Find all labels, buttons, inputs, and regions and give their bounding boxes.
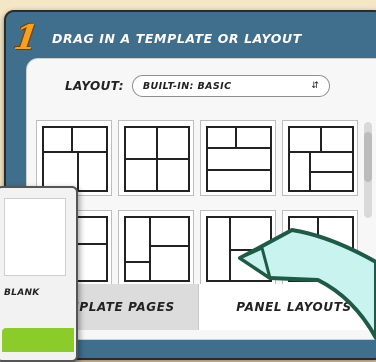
layout-thumb[interactable] <box>282 120 358 196</box>
panel-header: 1 DRAG IN A TEMPLATE OR LAYOUT <box>11 18 376 58</box>
layout-thumb[interactable] <box>36 120 112 196</box>
layout-thumb-icon <box>42 126 108 192</box>
layout-thumb[interactable] <box>200 120 276 196</box>
updown-arrows-icon: ⇵ <box>311 81 319 91</box>
layout-select[interactable]: BUILT-IN: BASIC ⇵ <box>131 75 330 97</box>
layout-row: LAYOUT: BUILT-IN: BASIC ⇵ <box>65 75 330 97</box>
layout-thumb-icon <box>124 216 190 282</box>
layout-thumb[interactable] <box>118 210 194 286</box>
layout-thumb-icon <box>206 126 272 192</box>
layout-thumb-icon <box>124 126 190 192</box>
layout-thumb[interactable] <box>200 210 276 286</box>
panel-heading: DRAG IN A TEMPLATE OR LAYOUT <box>52 30 302 46</box>
layout-select-value: BUILT-IN: BASIC <box>142 80 232 92</box>
layout-thumb[interactable] <box>282 210 358 286</box>
scrollbar-thumb[interactable] <box>364 132 372 182</box>
layout-thumb-icon <box>288 126 354 192</box>
layout-label: LAYOUT: <box>65 79 124 93</box>
step-number-badge: 1 <box>11 18 41 58</box>
layout-thumb-icon <box>206 216 272 282</box>
layout-thumb[interactable] <box>118 120 194 196</box>
layout-scrollbar[interactable] <box>364 122 372 218</box>
green-button[interactable] <box>2 328 74 352</box>
tab-panel-layouts[interactable]: PANEL LAYOUTS <box>198 284 376 330</box>
layout-thumb-icon <box>288 216 354 282</box>
blank-page-window: BLANK <box>0 186 78 362</box>
blank-label: BLANK <box>4 288 40 298</box>
blank-page-thumb[interactable] <box>4 198 66 276</box>
